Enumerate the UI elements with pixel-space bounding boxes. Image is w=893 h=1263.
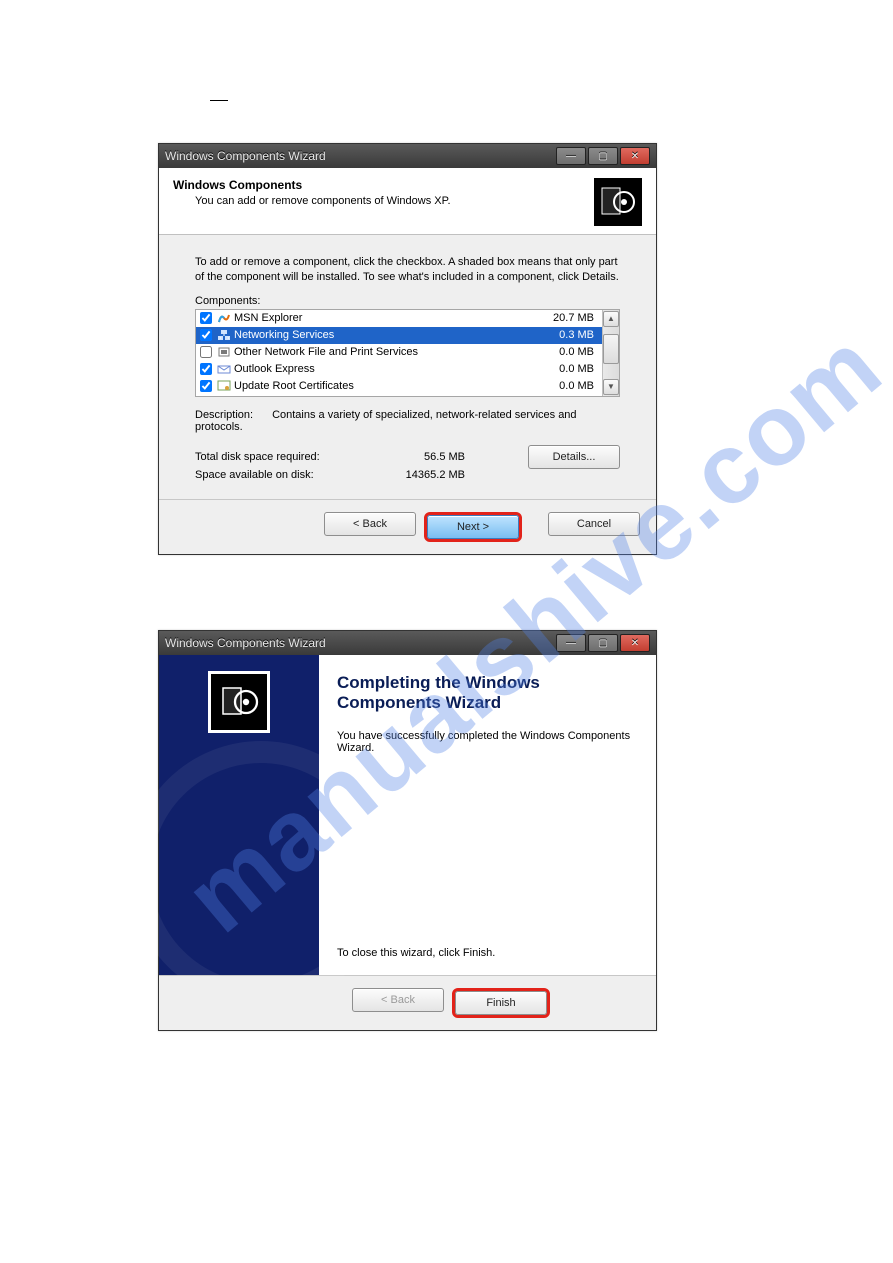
item-name: MSN Explorer [234, 312, 532, 324]
wizard-dialog-2: Windows Components Wizard — ▢ ✕ Completi… [158, 630, 657, 1031]
item-name: Outlook Express [234, 363, 532, 375]
window-title: Windows Components Wizard [165, 636, 326, 650]
disk-available-value: 14365.2 MB [375, 469, 465, 481]
header-subtitle: You can add or remove components of Wind… [195, 195, 594, 207]
disk-required-label: Total disk space required: [195, 445, 375, 469]
certificate-icon [216, 379, 231, 393]
back-button: < Back [352, 988, 444, 1012]
title-bar[interactable]: Windows Components Wizard — ▢ ✕ [159, 144, 656, 168]
wizard-side-panel [159, 655, 319, 975]
components-icon [208, 671, 270, 733]
back-button[interactable]: < Back [324, 512, 416, 536]
window-title: Windows Components Wizard [165, 149, 326, 163]
components-label: Components: [195, 295, 620, 307]
item-checkbox[interactable] [200, 346, 212, 358]
outlook-icon [216, 362, 231, 376]
list-item[interactable]: Outlook Express 0.0 MB [196, 361, 602, 378]
close-hint: To close this wizard, click Finish. [337, 947, 495, 959]
next-button-highlight: Next > [424, 512, 522, 542]
close-button[interactable]: ✕ [620, 147, 650, 165]
scrollbar[interactable]: ▲ ▼ [602, 310, 619, 396]
item-checkbox[interactable] [200, 380, 212, 392]
cd-box-icon [219, 682, 259, 722]
network-icon [216, 328, 231, 342]
disk-available-label: Space available on disk: [195, 469, 375, 481]
item-checkbox[interactable] [200, 363, 212, 375]
item-size: 0.3 MB [532, 329, 598, 341]
item-checkbox[interactable] [200, 312, 212, 324]
maximize-button[interactable]: ▢ [588, 634, 618, 652]
msn-icon [216, 311, 231, 325]
item-name: Update Root Certificates [234, 380, 532, 392]
fileprint-icon [216, 345, 231, 359]
item-name: Networking Services [234, 329, 532, 341]
item-size: 0.0 MB [532, 363, 598, 375]
cancel-button[interactable]: Cancel [548, 512, 640, 536]
button-row: < Back Next > Cancel [159, 499, 656, 554]
components-listbox[interactable]: MSN Explorer 20.7 MB Networking Services… [195, 309, 620, 397]
completion-heading: Completing the Windows Components Wizard [337, 673, 638, 714]
scroll-up-button[interactable]: ▲ [603, 311, 619, 327]
description-label: Description: [195, 409, 269, 421]
item-name: Other Network File and Print Services [234, 346, 532, 358]
minimize-button[interactable]: — [556, 634, 586, 652]
item-size: 0.0 MB [532, 380, 598, 392]
wizard-header: Windows Components You can add or remove… [159, 168, 656, 235]
completion-body: You have successfully completed the Wind… [337, 730, 638, 754]
scroll-down-button[interactable]: ▼ [603, 379, 619, 395]
title-bar[interactable]: Windows Components Wizard — ▢ ✕ [159, 631, 656, 655]
finish-button[interactable]: Finish [455, 991, 547, 1015]
close-button[interactable]: ✕ [620, 634, 650, 652]
page-marker [210, 100, 228, 101]
instructions-text: To add or remove a component, click the … [195, 255, 620, 285]
minimize-button[interactable]: — [556, 147, 586, 165]
finish-button-highlight: Finish [452, 988, 550, 1018]
components-icon [594, 178, 642, 226]
item-size: 0.0 MB [532, 346, 598, 358]
list-item[interactable]: Other Network File and Print Services 0.… [196, 344, 602, 361]
list-item[interactable]: Networking Services 0.3 MB [196, 327, 602, 344]
details-button[interactable]: Details... [528, 445, 620, 469]
maximize-button[interactable]: ▢ [588, 147, 618, 165]
disk-required-value: 56.5 MB [375, 445, 465, 469]
list-item[interactable]: Update Root Certificates 0.0 MB [196, 378, 602, 395]
list-item[interactable]: MSN Explorer 20.7 MB [196, 310, 602, 327]
item-size: 20.7 MB [532, 312, 598, 324]
cd-box-icon [600, 184, 636, 220]
item-checkbox[interactable] [200, 329, 212, 341]
header-title: Windows Components [173, 178, 594, 192]
next-button[interactable]: Next > [427, 515, 519, 539]
scroll-thumb[interactable] [603, 334, 619, 364]
wizard-dialog-1: Windows Components Wizard — ▢ ✕ Windows … [158, 143, 657, 555]
